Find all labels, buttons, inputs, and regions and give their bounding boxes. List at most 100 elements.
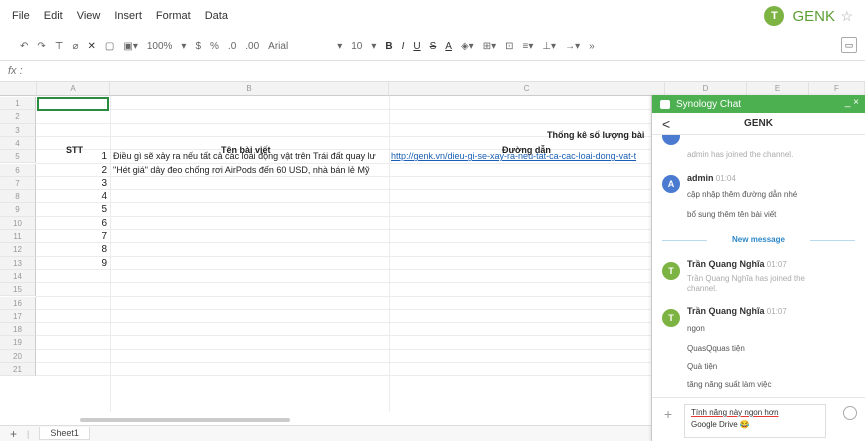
cut-icon[interactable]: ✕	[88, 41, 96, 52]
row-header[interactable]: 3	[0, 123, 36, 137]
compose-area: + Tính năng này ngon hơn Google Drive 😂	[652, 397, 865, 441]
menu-format[interactable]: Format	[156, 10, 191, 22]
wrap-icon[interactable]: →▾	[565, 41, 580, 52]
cell-stt[interactable]: 8	[80, 244, 107, 255]
row-header[interactable]: 12	[0, 243, 36, 257]
menu-data[interactable]: Data	[205, 10, 228, 22]
column-header-d[interactable]: D	[665, 82, 747, 96]
cell-link[interactable]: http://genk.vn/dieu-gi-se-xay-ra-neu-tat…	[391, 151, 650, 161]
star-icon[interactable]: ☆	[840, 8, 853, 25]
row-header[interactable]: 20	[0, 349, 36, 363]
window-controls[interactable]: _ ×	[845, 97, 859, 108]
row-header[interactable]: 7	[0, 176, 36, 191]
cell-stt[interactable]: 3	[80, 178, 107, 189]
row-header[interactable]: 10	[0, 216, 36, 230]
row-header[interactable]: 21	[0, 363, 36, 377]
row-header[interactable]: 16	[0, 296, 36, 310]
chat-app-name: Synology Chat	[676, 98, 742, 110]
avatar: A	[662, 175, 680, 193]
row-header[interactable]: 14	[0, 269, 36, 284]
fill-color-icon[interactable]: ◈▾	[461, 41, 474, 52]
row-header[interactable]: 17	[0, 309, 36, 324]
message-input[interactable]: Tính năng này ngon hơn Google Drive 😂	[684, 404, 826, 438]
zoom-select[interactable]: 100%	[147, 41, 173, 52]
menu-edit[interactable]: Edit	[44, 10, 63, 22]
paste-icon[interactable]: ▣▾	[123, 41, 137, 52]
align-icon[interactable]: ≡▾	[522, 41, 533, 52]
strike-button[interactable]: S	[430, 41, 437, 52]
row-header[interactable]: 15	[0, 283, 36, 297]
cell-title[interactable]: "Hét giá" dây đeo chống rơi AirPods đến …	[113, 165, 388, 175]
more-icon[interactable]: »	[589, 41, 595, 52]
percent-button[interactable]: %	[210, 41, 219, 52]
message-text: cập nhập thêm đường dẫn nhé	[687, 190, 798, 199]
row-header[interactable]: 5	[0, 150, 36, 164]
merge-icon[interactable]: ⊡	[505, 41, 513, 52]
column-header-a[interactable]: A	[37, 82, 110, 96]
row-header[interactable]: 6	[0, 163, 36, 177]
cell-stt[interactable]: 7	[80, 231, 107, 242]
font-size-select[interactable]: 10	[351, 41, 362, 52]
row-header[interactable]: 11	[0, 230, 36, 244]
chevron-down-icon[interactable]: ▾	[371, 41, 376, 52]
message-header: admin 01:04	[687, 173, 736, 183]
channel-name: GENK	[744, 118, 773, 129]
italic-button[interactable]: I	[402, 41, 405, 52]
valign-icon[interactable]: ⊥▾	[542, 41, 556, 52]
column-header-f[interactable]: F	[809, 82, 865, 96]
cell-stt[interactable]: 2	[80, 165, 107, 176]
chevron-down-icon[interactable]: ▾	[337, 41, 342, 52]
message-text: tăng năng suất làm việc	[687, 380, 772, 389]
font-select[interactable]: Arial	[268, 41, 288, 52]
cell-title[interactable]: Điều gì sẽ xảy ra nếu tất cả các loài độ…	[113, 151, 388, 161]
decimal-icon[interactable]: .0	[228, 41, 236, 52]
add-sheet-button[interactable]: +	[10, 427, 17, 441]
cell-stt[interactable]: 4	[80, 191, 107, 202]
undo-icon[interactable]: ↶	[20, 41, 28, 52]
user-avatar[interactable]: T	[764, 6, 785, 26]
row-header[interactable]: 9	[0, 203, 36, 217]
row-header[interactable]: 1	[0, 97, 36, 111]
divider: |	[27, 428, 30, 439]
paint-format-icon[interactable]: ⊤	[55, 41, 64, 52]
text-color-button[interactable]: A	[445, 41, 452, 52]
decimal-more-icon[interactable]: .00	[245, 41, 259, 52]
underline-button[interactable]: U	[413, 41, 420, 52]
sender-name: Trần Quang Nghĩa	[687, 306, 765, 316]
column-header-e[interactable]: E	[747, 82, 809, 96]
row-header[interactable]: 19	[0, 336, 36, 350]
row-header[interactable]: 4	[0, 136, 36, 151]
bold-button[interactable]: B	[385, 41, 392, 52]
add-attachment-icon[interactable]: +	[664, 406, 672, 422]
sheet-tab[interactable]: Sheet1	[39, 427, 90, 440]
column-header-c[interactable]: C	[389, 82, 665, 96]
formula-bar[interactable]: fx :	[0, 60, 865, 82]
emoji-icon[interactable]	[843, 406, 857, 420]
row-header[interactable]: 8	[0, 190, 36, 204]
currency-button[interactable]: $	[195, 41, 201, 52]
chat-panel: Synology Chat _ × < GENK admin has joine…	[651, 95, 865, 441]
column-header-b[interactable]: B	[110, 82, 389, 96]
toggle-panel-icon[interactable]: ▭	[841, 37, 857, 53]
cell-stt[interactable]: 1	[80, 151, 107, 162]
row-header[interactable]: 2	[0, 110, 36, 124]
cell-stt[interactable]: 9	[80, 258, 107, 269]
redo-icon[interactable]: ↷	[37, 41, 45, 52]
system-message: channel.	[687, 284, 718, 293]
row-header[interactable]: 18	[0, 323, 36, 337]
message-list[interactable]: admin has joined the channel. A admin 01…	[652, 135, 865, 397]
chevron-down-icon[interactable]: ▾	[181, 41, 186, 52]
cell-stt[interactable]: 6	[80, 218, 107, 229]
menu-insert[interactable]: Insert	[114, 10, 142, 22]
menu-view[interactable]: View	[77, 10, 101, 22]
cell-stt[interactable]: 5	[80, 204, 107, 215]
selected-cell[interactable]	[37, 97, 109, 111]
copy-icon[interactable]: ▢	[105, 41, 114, 52]
menu-file[interactable]: File	[12, 10, 30, 22]
borders-icon[interactable]: ⊞▾	[483, 41, 496, 52]
horizontal-scrollbar[interactable]	[80, 418, 290, 422]
row-header[interactable]: 13	[0, 256, 36, 270]
message-header: Trần Quang Nghĩa 01:07	[687, 259, 787, 269]
clear-format-icon[interactable]: ⌀	[73, 41, 79, 52]
system-message: Trần Quang Nghĩa has joined the	[687, 274, 806, 283]
